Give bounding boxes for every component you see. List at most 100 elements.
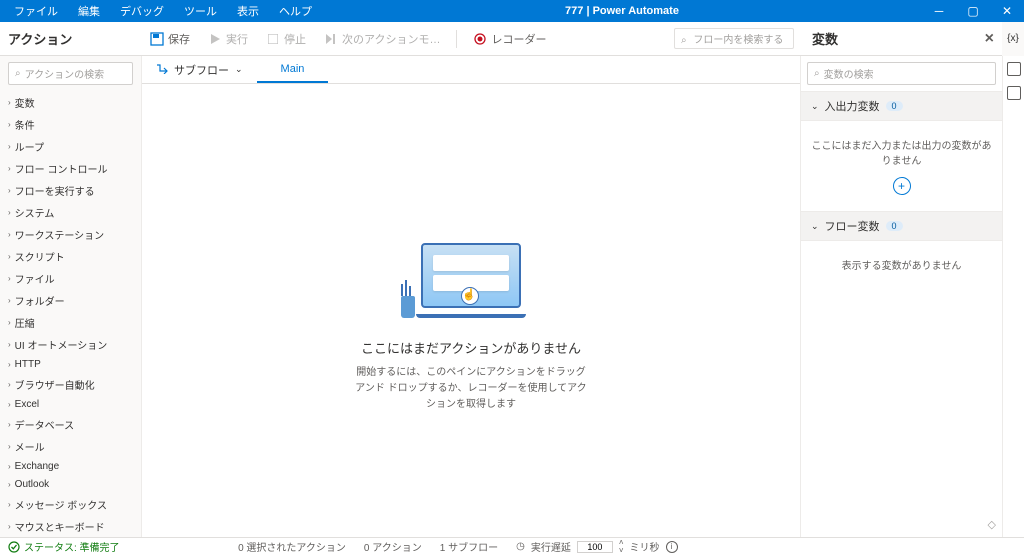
chevron-down-icon: ⌄ <box>235 64 243 75</box>
status-actions: 0 アクション <box>364 539 422 555</box>
action-category-item[interactable]: ›圧縮 <box>0 311 141 333</box>
action-category-item[interactable]: ›データベース <box>0 413 141 435</box>
action-category-label: データベース <box>15 417 75 432</box>
action-category-item[interactable]: ›HTTP <box>0 355 141 373</box>
action-category-label: システム <box>15 205 55 220</box>
action-category-item[interactable]: › システム <box>0 201 141 223</box>
menu-view[interactable]: 表示 <box>227 0 269 22</box>
action-category-item[interactable]: › フローを実行する <box>0 179 141 201</box>
menu-help[interactable]: ヘルプ <box>269 0 322 22</box>
flow-search-input[interactable]: ⌕ フロー内を検索する <box>674 28 794 49</box>
action-category-item[interactable]: ›ループ <box>0 135 141 157</box>
action-category-item[interactable]: ›条件 <box>0 113 141 135</box>
save-icon <box>150 32 164 46</box>
chevron-right-icon: › <box>8 380 11 389</box>
save-button[interactable]: 保存 <box>142 27 198 51</box>
action-categories-list[interactable]: ›変数›条件›ループ›フロー コントロール›フローを実行する›システム›ワークス… <box>0 91 141 537</box>
action-category-item[interactable]: › ブラウザー自動化 <box>0 373 141 395</box>
window-controls: ─ ▢ ✕ <box>922 0 1024 22</box>
menu-edit[interactable]: 編集 <box>68 0 110 22</box>
chevron-right-icon: › <box>8 98 11 107</box>
action-category-label: マウスとキーボード <box>15 519 105 534</box>
flow-variables-count: 0 <box>886 221 903 231</box>
io-variables-title: 入出力変数 <box>825 98 880 114</box>
menu-debug[interactable]: デバッグ <box>110 0 174 22</box>
toolbar: アクション 保存 実行 停止 次のアクションモ… レコーダー ⌕ フロー内を検索… <box>0 22 1024 56</box>
search-icon: ⌕ <box>681 35 687 46</box>
chevron-right-icon: › <box>8 230 11 239</box>
action-category-label: フローを実行する <box>15 183 95 198</box>
flow-search-placeholder: フロー内を検索する <box>693 35 783 46</box>
chevron-down-icon: ⌄ <box>811 101 819 112</box>
rail-icon-2[interactable] <box>1007 86 1021 100</box>
variables-search-input[interactable]: ⌕ 変数の検索 <box>807 62 996 85</box>
flow-variables-section-header[interactable]: ⌄ フロー変数 0 <box>801 211 1002 241</box>
search-icon: ⌕ <box>814 68 820 79</box>
status-center: 0 選択されたアクション 0 アクション 1 サブフロー ◷ 実行遅延 ˄˅ ミ… <box>136 539 780 555</box>
action-category-item[interactable]: ›メール <box>0 435 141 457</box>
action-category-item[interactable]: ›ファイル <box>0 267 141 289</box>
action-category-label: HTTP <box>15 359 41 370</box>
variables-footer: ◇ <box>801 512 1002 537</box>
recorder-button[interactable]: レコーダー <box>465 27 554 51</box>
action-category-item[interactable]: ›ワークステーション <box>0 223 141 245</box>
action-category-item[interactable]: ›メッセージ ボックス <box>0 493 141 515</box>
tab-main[interactable]: Main <box>257 56 329 83</box>
stop-button[interactable]: 停止 <box>258 27 314 51</box>
action-category-item[interactable]: ›Excel <box>0 395 141 413</box>
action-category-item[interactable]: ›Outlook <box>0 475 141 493</box>
diamond-icon[interactable]: ◇ <box>988 519 996 531</box>
chevron-right-icon: › <box>8 208 11 217</box>
run-button[interactable]: 実行 <box>200 27 256 51</box>
variables-close-button[interactable]: × <box>985 30 994 48</box>
close-button[interactable]: ✕ <box>990 0 1024 22</box>
save-label: 保存 <box>168 31 190 47</box>
action-category-item[interactable]: ›変数 <box>0 91 141 113</box>
action-category-item[interactable]: ›Exchange <box>0 457 141 475</box>
chevron-right-icon: › <box>8 522 11 531</box>
collapse-rail-top: {x} <box>1002 22 1024 56</box>
info-icon[interactable]: i <box>666 541 678 553</box>
chevron-right-icon: › <box>8 164 11 173</box>
chevron-right-icon: › <box>8 142 11 151</box>
delay-spinner-icon[interactable]: ˄˅ <box>619 539 624 555</box>
menu-tools[interactable]: ツール <box>174 0 227 22</box>
next-action-button[interactable]: 次のアクションモ… <box>316 27 448 51</box>
action-category-item[interactable]: ›スクリプト <box>0 245 141 267</box>
subflow-dropdown[interactable]: サブフロー ⌄ <box>142 56 257 83</box>
recorder-label: レコーダー <box>491 31 546 47</box>
io-variables-section-header[interactable]: ⌄ 入出力変数 0 <box>801 91 1002 121</box>
actions-panel: ⌕ アクションの検索 ›変数›条件›ループ›フロー コントロール›フローを実行す… <box>0 56 142 537</box>
action-category-label: フロー コントロール <box>15 161 108 176</box>
action-category-item[interactable]: › マウスとキーボード <box>0 515 141 537</box>
action-category-label: ファイル <box>15 271 55 286</box>
canvas[interactable]: ☝ ここにはまだアクションがありません 開始するには、このペインにアクションをド… <box>142 84 800 537</box>
action-category-item[interactable]: ›フォルダー <box>0 289 141 311</box>
action-category-item[interactable]: › フロー コントロール <box>0 157 141 179</box>
chevron-right-icon: › <box>8 462 11 471</box>
status-ready-text: ステータス: 準備完了 <box>24 539 120 554</box>
separator <box>456 30 457 48</box>
empty-state-title: ここにはまだアクションがありません <box>361 338 581 357</box>
menu-file[interactable]: ファイル <box>4 0 68 22</box>
minimize-button[interactable]: ─ <box>922 0 956 22</box>
actions-search-placeholder: アクションの検索 <box>25 66 105 81</box>
rail-icon-1[interactable] <box>1007 62 1021 76</box>
flow-variables-empty-text: 表示する変数がありません <box>811 257 992 272</box>
action-category-label: UI オートメーション <box>15 337 108 352</box>
status-bar: ステータス: 準備完了 0 選択されたアクション 0 アクション 1 サブフロー… <box>0 537 1024 555</box>
io-variables-body: ここにはまだ入力または出力の変数がありません + <box>801 121 1002 211</box>
actions-search-input[interactable]: ⌕ アクションの検索 <box>8 62 133 85</box>
action-category-item[interactable]: ›UI オートメーション <box>0 333 141 355</box>
play-icon <box>208 32 222 46</box>
chevron-right-icon: › <box>8 186 11 195</box>
pointer-icon: ☝ <box>461 287 479 305</box>
action-category-label: メール <box>15 439 45 454</box>
maximize-button[interactable]: ▢ <box>956 0 990 22</box>
variables-panel: ⌕ 変数の検索 ⌄ 入出力変数 0 ここにはまだ入力または出力の変数がありません… <box>800 56 1002 537</box>
delay-input[interactable] <box>577 541 613 553</box>
add-variable-button[interactable]: + <box>893 177 911 195</box>
chevron-right-icon: › <box>8 318 11 327</box>
action-category-label: ブラウザー自動化 <box>15 377 95 392</box>
variables-header-cell: 変数 × <box>802 29 1002 48</box>
